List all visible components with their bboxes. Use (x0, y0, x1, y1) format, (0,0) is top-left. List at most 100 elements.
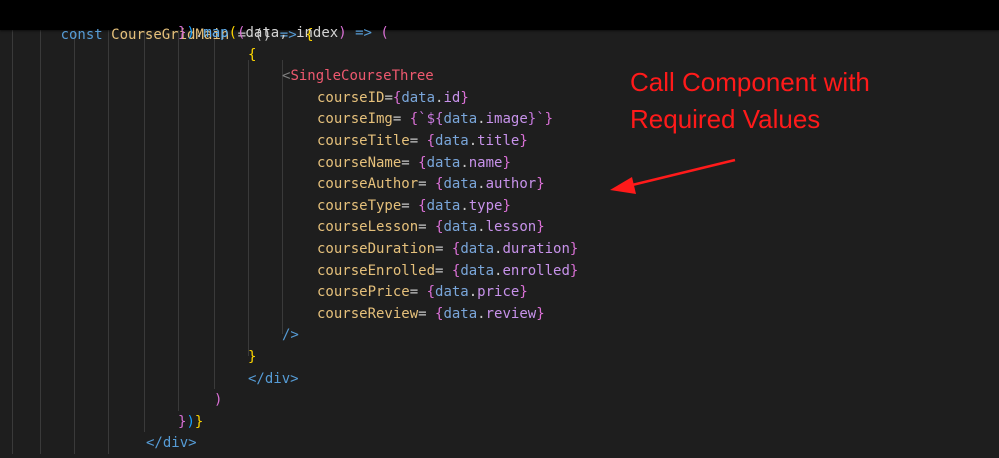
code-line[interactable]: }).map((data, index) => ( (178, 22, 389, 44)
code-token: } (536, 176, 545, 193)
code-token: . (460, 154, 469, 171)
code-token: courseReview (317, 305, 419, 322)
code-token: courseAuthor (317, 176, 419, 193)
code-token: ` (536, 111, 545, 128)
code-token: /> (282, 327, 299, 344)
code-token: { (426, 133, 436, 149)
code-token: } (194, 413, 204, 430)
code-token: </div> (146, 435, 197, 452)
code-token: = (384, 89, 393, 106)
code-token: data (426, 197, 461, 214)
code-token: enrolled (502, 262, 570, 279)
code-token: lesson (485, 219, 537, 236)
code-token: price (477, 284, 520, 301)
code-token: { (426, 284, 436, 301)
code-token: courseID (317, 89, 385, 106)
code-line[interactable]: } (248, 346, 256, 368)
code-line[interactable]: courseEnrolled= {data.enrolled} (317, 260, 578, 282)
code-line[interactable]: })} (178, 411, 203, 433)
code-token: = (392, 111, 410, 128)
code-line[interactable]: courseReview= {data.review} (317, 303, 545, 325)
code-token: courseName (317, 154, 402, 171)
code-token: title (477, 133, 520, 149)
code-token: index (296, 25, 339, 41)
code-token: ) (186, 25, 195, 41)
code-token: ) (186, 413, 195, 430)
code-token: name (468, 154, 503, 171)
code-line[interactable]: courseLesson= {data.lesson} (317, 216, 545, 238)
code-line[interactable]: courseAuthor= {data.author} (317, 173, 545, 195)
code-line[interactable]: courseTitle= {data.title} (317, 130, 528, 152)
code-token: = (418, 219, 436, 236)
code-token: } (519, 133, 528, 149)
code-line[interactable]: </div> (248, 368, 299, 390)
code-token: data (426, 154, 461, 171)
code-token: courseType (317, 197, 402, 214)
code-token: ${ (426, 111, 444, 128)
code-token: . (477, 219, 486, 236)
code-token: type (468, 197, 503, 214)
code-token: courseEnrolled (317, 262, 436, 279)
code-line[interactable]: courseID={data.id} (317, 87, 469, 109)
code-token: { (418, 154, 427, 171)
code-token: data (443, 111, 478, 128)
code-line[interactable]: courseName= {data.name} (317, 152, 511, 174)
code-token: data (435, 284, 469, 301)
code-token: } (502, 154, 511, 171)
code-token: duration (502, 241, 570, 257)
code-token: ) (338, 25, 347, 41)
code-token: . (477, 305, 486, 322)
code-token: } (536, 219, 545, 236)
code-token: } (502, 197, 511, 214)
code-token: } (569, 241, 579, 257)
code-token: { (418, 197, 427, 214)
code-token: = (409, 284, 427, 301)
annotation-line-1: Call Component with (630, 67, 870, 97)
code-token: . (460, 197, 469, 214)
code-token: data (443, 176, 478, 193)
code-token: } (536, 305, 545, 322)
code-token: review (485, 305, 537, 322)
code-token: , (279, 25, 297, 41)
code-token: } (569, 262, 579, 279)
annotation-line-2: Required Values (630, 104, 821, 134)
code-token: courseLesson (317, 219, 419, 236)
code-token: { (248, 46, 257, 63)
code-token: } (248, 349, 257, 365)
code-token: => (346, 25, 381, 41)
code-token: = (401, 197, 419, 214)
code-token: } (460, 89, 469, 106)
code-line[interactable]: { (248, 44, 256, 66)
code-token: data (401, 89, 436, 106)
code-token: courseTitle (317, 133, 410, 149)
code-token: </div> (248, 370, 299, 387)
code-token: ) (214, 392, 223, 409)
code-line[interactable]: courseImg= {`${data.image}`} (317, 108, 553, 130)
code-token: . (468, 284, 478, 301)
code-token: author (485, 176, 537, 193)
editor-viewport[interactable]: const CourseGridMain = () => { }).map((d… (0, 0, 999, 458)
code-token: map (203, 25, 229, 41)
code-token: = (418, 305, 436, 322)
code-token: data (245, 25, 280, 41)
code-line[interactable]: coursePrice= {data.price} (317, 281, 528, 303)
code-token: data (435, 133, 469, 149)
code-line[interactable]: courseType= {data.type} (317, 195, 511, 217)
code-token: ( (228, 25, 238, 41)
code-line[interactable]: ) (214, 389, 222, 411)
code-token: = (435, 241, 452, 257)
code-line[interactable]: courseDuration= {data.duration} (317, 238, 578, 260)
code-token: SingleCourseThree (290, 68, 434, 85)
code-line[interactable]: <SingleCourseThree (282, 65, 434, 87)
code-token: image (485, 111, 528, 128)
code-line[interactable]: /> (282, 324, 299, 346)
code-token: } (527, 111, 537, 128)
code-token: data (460, 262, 495, 279)
code-token: data (460, 241, 495, 257)
code-token: = (401, 154, 419, 171)
code-token: ` (418, 111, 427, 128)
code-token: data (443, 219, 478, 236)
code-line[interactable]: </div> (146, 432, 197, 454)
code-token: . (477, 111, 486, 128)
code-token: = (435, 262, 452, 279)
